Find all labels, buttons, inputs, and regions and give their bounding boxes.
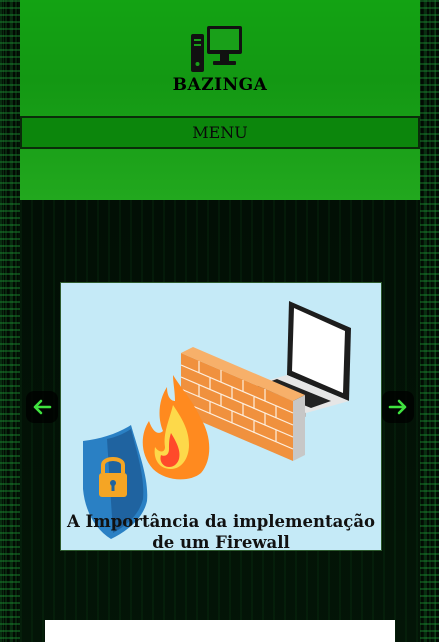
main-container: BAZINGA MENU A Importância da implementa… — [20, 0, 420, 642]
site-title[interactable]: BAZINGA — [20, 75, 420, 95]
arrow-right-icon — [388, 399, 407, 415]
desktop-computer-icon[interactable] — [191, 24, 243, 74]
slide-caption[interactable]: A Importância da implementação de um Fir… — [61, 511, 381, 550]
carousel-prev-button[interactable] — [26, 391, 58, 423]
arrow-left-icon — [33, 399, 52, 415]
site-header: BAZINGA MENU — [20, 0, 420, 200]
page-background: BAZINGA MENU A Importância da implementa… — [0, 0, 439, 642]
matrix-rain-right — [419, 0, 439, 642]
matrix-rain-left — [0, 0, 20, 642]
content-panel — [45, 620, 395, 642]
post-carousel[interactable]: A Importância da implementação de um Fir… — [60, 282, 382, 551]
firewall-illustration[interactable] — [61, 283, 381, 550]
carousel-next-button[interactable] — [382, 391, 414, 423]
menu-button[interactable]: MENU — [20, 116, 420, 149]
